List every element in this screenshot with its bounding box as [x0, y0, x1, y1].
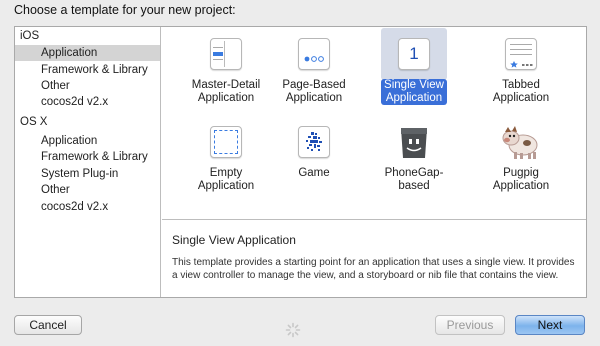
template-label-line1: Single View — [384, 79, 444, 91]
cancel-button[interactable]: Cancel — [14, 315, 82, 335]
next-button[interactable]: Next — [515, 315, 585, 335]
previous-button[interactable]: Previous — [435, 315, 505, 335]
single-view-icon: 1 — [398, 38, 430, 70]
sidebar-item-osx-framework-library[interactable]: Framework & Library — [15, 149, 160, 165]
template-pugpig[interactable]: Pugpig Application — [473, 122, 569, 193]
sidebar-item-ios-framework-library[interactable]: Framework & Library — [15, 62, 160, 78]
template-empty[interactable]: Empty Application — [178, 122, 274, 193]
empty-icon — [210, 126, 242, 158]
sidebar-item-osx-application[interactable]: Application — [15, 133, 160, 149]
section-osx: OS X — [20, 116, 48, 128]
tabbed-icon — [505, 38, 537, 70]
sidebar-item-ios-application[interactable]: Application — [15, 45, 160, 61]
sidebar-item-osx-other[interactable]: Other — [15, 182, 160, 198]
sidebar-item-ios-cocos2d[interactable]: cocos2d v2.x — [15, 94, 160, 110]
template-single-view[interactable]: 1 Single View Application — [366, 34, 462, 105]
template-page-based[interactable]: Page-Based Application — [266, 34, 362, 105]
progress-spinner-icon — [285, 322, 301, 338]
dialog-title: Choose a template for your new project: — [14, 3, 236, 17]
category-sidebar: iOS Application Framework & Library Othe… — [15, 27, 161, 297]
game-icon — [298, 126, 330, 158]
section-ios: iOS — [20, 30, 40, 42]
template-label-line1: Tabbed — [502, 79, 540, 91]
template-label-line2: Application — [492, 180, 550, 192]
template-chooser: iOS Application Framework & Library Othe… — [14, 26, 587, 298]
template-label-line1: Game — [298, 167, 330, 179]
template-label-line1: Master-Detail — [191, 79, 261, 91]
description-title: Single View Application — [172, 233, 296, 247]
template-master-detail[interactable]: Master-Detail Application — [178, 34, 274, 105]
template-description: Single View Application This template pr… — [162, 221, 586, 297]
sidebar-item-ios-other[interactable]: Other — [15, 78, 160, 94]
template-label-line2: based — [398, 180, 430, 192]
template-game[interactable]: Game — [266, 122, 362, 180]
template-label-line2: Application — [197, 180, 255, 192]
single-view-icon-numeral: 1 — [409, 44, 419, 63]
template-label-line1: Page-Based — [282, 79, 346, 91]
template-tabbed[interactable]: Tabbed Application — [473, 34, 569, 105]
template-grid: Master-Detail Application Page-Based App… — [162, 27, 586, 220]
pugpig-icon — [502, 126, 538, 159]
master-detail-icon — [210, 38, 242, 70]
sidebar-item-osx-system-plugin[interactable]: System Plug-in — [15, 166, 160, 182]
template-label-line1: Empty — [209, 167, 243, 179]
template-label-line2: Application — [492, 92, 550, 104]
page-based-icon — [298, 38, 330, 70]
template-label-line2: Application — [197, 92, 255, 104]
phonegap-icon — [401, 128, 427, 158]
description-body: This template provides a starting point … — [172, 257, 575, 281]
template-label-line1: PhoneGap- — [384, 167, 444, 179]
template-phonegap[interactable]: PhoneGap- based — [366, 122, 462, 193]
template-label-line2: Application — [385, 92, 443, 104]
sidebar-item-osx-cocos2d[interactable]: cocos2d v2.x — [15, 199, 160, 215]
template-label-line1: Pugpig — [503, 167, 539, 179]
template-label-line2: Application — [285, 92, 343, 104]
